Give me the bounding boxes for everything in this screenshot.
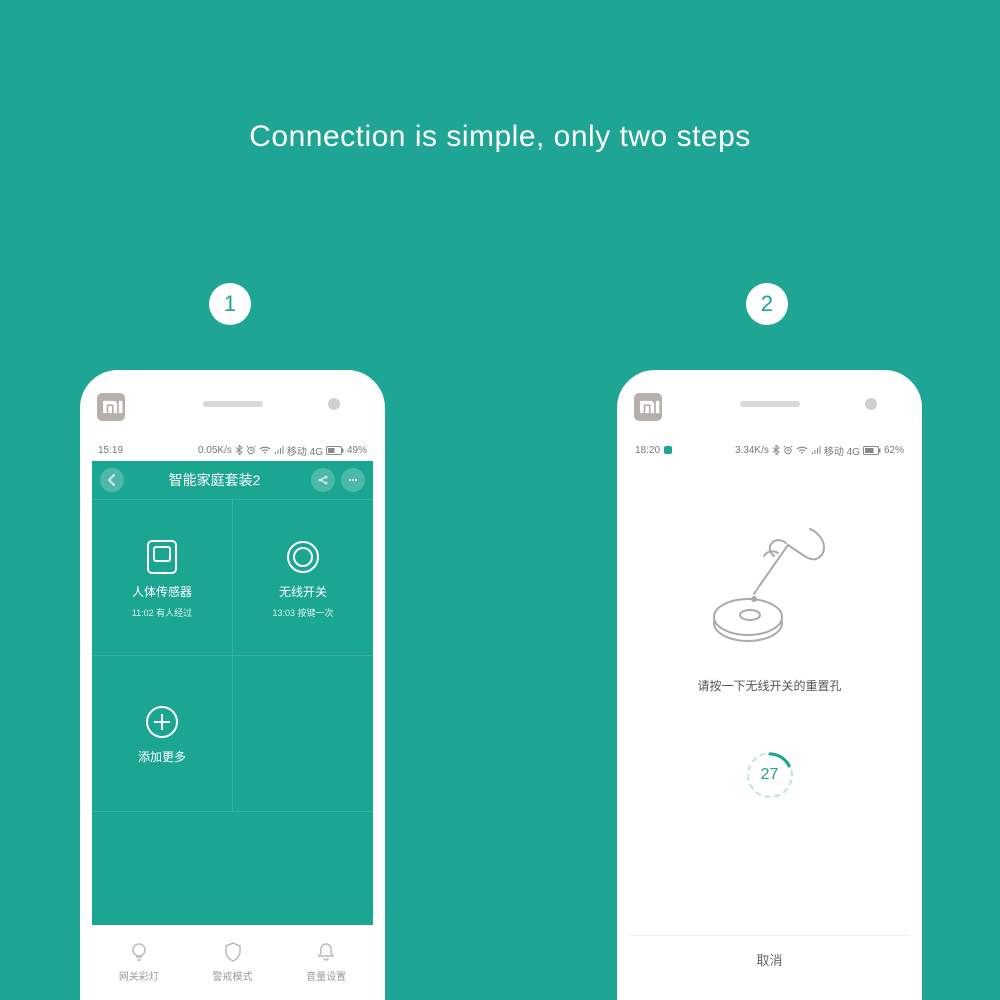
- mi-logo-icon: [634, 393, 662, 421]
- battery-icon: [863, 446, 881, 455]
- bulb-icon: [127, 940, 151, 964]
- countdown-timer: 27: [747, 752, 793, 798]
- tile-empty: [233, 656, 373, 811]
- network-label: 移动 4G: [824, 443, 860, 458]
- app-title: 智能家庭套装2: [124, 470, 305, 490]
- bluetooth-icon: [772, 445, 780, 455]
- tile-wireless-switch[interactable]: 无线开关 13:03 按键一次: [233, 500, 373, 655]
- bottom-item-alert[interactable]: 警戒模式: [186, 925, 280, 997]
- phone-bezel-top: [620, 373, 919, 439]
- headline: Connection is simple, only two steps: [0, 120, 1000, 154]
- status-bar: 15:19 0.05K/s 移动 4G 49%: [92, 439, 373, 461]
- status-time: 15:19: [98, 445, 123, 456]
- phone-frame-2: 18:20 3.34K/s 移动 4G 62%: [617, 370, 922, 1000]
- alarm-icon: [783, 445, 793, 455]
- status-time: 18:20: [635, 445, 660, 456]
- countdown-value: 27: [747, 752, 793, 798]
- screen-2: 18:20 3.34K/s 移动 4G 62%: [629, 439, 910, 997]
- battery-pct: 49%: [347, 445, 367, 456]
- phone-frame-1: 15:19 0.05K/s 移动 4G 49% 智能家庭套装2: [80, 370, 385, 1000]
- tile-label: 无线开关: [279, 583, 327, 600]
- battery-icon: [326, 446, 344, 455]
- bottom-label: 音量设置: [306, 968, 346, 983]
- tile-add-more[interactable]: 添加更多: [92, 656, 232, 811]
- front-camera: [328, 398, 340, 410]
- cancel-button[interactable]: 取消: [629, 935, 910, 997]
- alarm-icon: [246, 445, 256, 455]
- tile-sublabel: 13:03 按键一次: [272, 606, 333, 619]
- step-badge-2: 2: [746, 283, 788, 325]
- plus-icon: [142, 702, 182, 742]
- bluetooth-icon: [235, 445, 243, 455]
- front-camera: [865, 398, 877, 410]
- tile-label: 人体传感器: [132, 583, 192, 600]
- phone-bezel-top: [83, 373, 382, 439]
- instruction-text: 请按一下无线开关的重置孔: [697, 677, 841, 694]
- signal-icon: [811, 446, 821, 455]
- battery-pct: 62%: [884, 445, 904, 456]
- bottom-item-volume[interactable]: 音量设置: [279, 925, 373, 997]
- more-button[interactable]: [341, 468, 365, 492]
- status-bar: 18:20 3.34K/s 移动 4G 62%: [629, 439, 910, 461]
- status-net-speed: 0.05K/s: [198, 445, 232, 456]
- step-badge-1: 1: [209, 283, 251, 325]
- reset-illustration: [690, 519, 850, 659]
- bottom-label: 警戒模式: [213, 968, 253, 983]
- switch-icon: [283, 537, 323, 577]
- share-button[interactable]: [311, 468, 335, 492]
- tile-label: 添加更多: [138, 748, 186, 765]
- signal-icon: [274, 446, 284, 455]
- tile-body-sensor[interactable]: 人体传感器 11:02 有人经过: [92, 500, 232, 655]
- speaker-grille: [203, 401, 263, 407]
- mi-logo-icon: [97, 393, 125, 421]
- status-net-speed: 3.34K/s: [735, 445, 769, 456]
- network-label: 移动 4G: [287, 443, 323, 458]
- bottom-bar: 网关彩灯 警戒模式 音量设置: [92, 925, 373, 997]
- wifi-icon: [259, 446, 271, 455]
- app-titlebar: 智能家庭套装2: [92, 461, 373, 499]
- screen-1: 15:19 0.05K/s 移动 4G 49% 智能家庭套装2: [92, 439, 373, 997]
- device-grid: 人体传感器 11:02 有人经过 无线开关 13:03 按键一次 添加更多: [92, 499, 373, 812]
- tile-sublabel: 11:02 有人经过: [132, 606, 192, 619]
- status-app-icon: [664, 446, 672, 454]
- speaker-grille: [740, 401, 800, 407]
- bottom-item-light[interactable]: 网关彩灯: [92, 925, 186, 997]
- bottom-label: 网关彩灯: [119, 968, 159, 983]
- sensor-icon: [142, 537, 182, 577]
- bell-icon: [314, 940, 338, 964]
- wifi-icon: [796, 446, 808, 455]
- shield-icon: [221, 940, 245, 964]
- back-button[interactable]: [100, 468, 124, 492]
